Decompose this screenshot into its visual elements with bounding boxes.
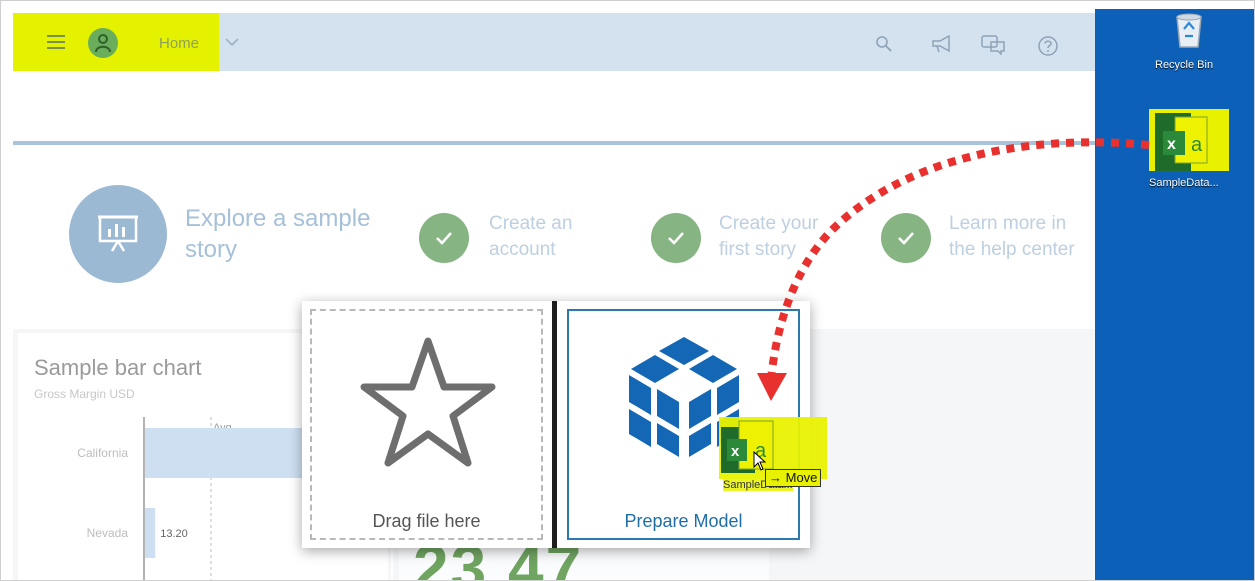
move-tooltip: → Move	[765, 469, 822, 487]
move-label: Move	[785, 470, 818, 485]
cursor-icon	[753, 451, 767, 471]
drag-path-overlay	[757, 138, 1150, 401]
drag-path-arrow	[767, 138, 1150, 380]
screenshot-frame: Home Explore a sample story Create an ac…	[0, 0, 1255, 581]
svg-text:x: x	[731, 443, 740, 460]
move-arrow-icon: →	[769, 470, 786, 485]
arrow-head-icon	[757, 373, 787, 401]
